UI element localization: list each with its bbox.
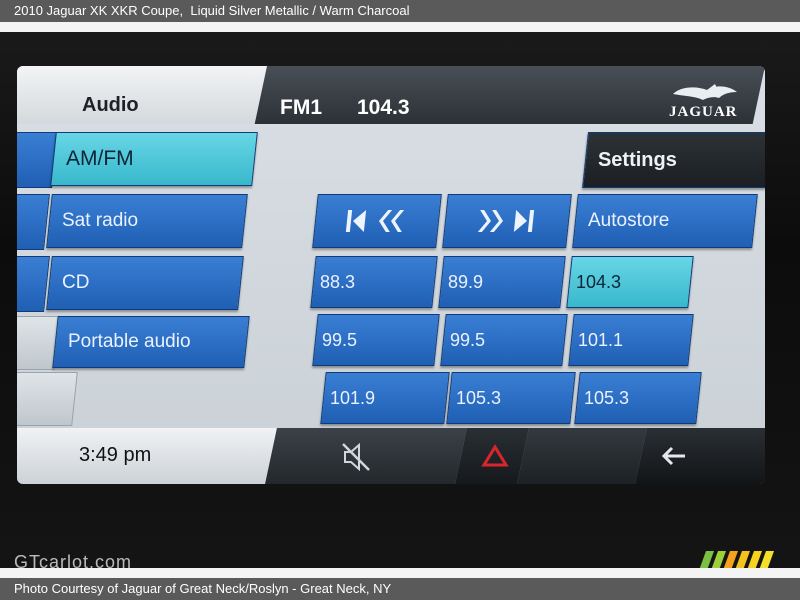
preset-button-active[interactable]: 104.3	[566, 256, 694, 308]
current-frequency: 104.3	[357, 96, 410, 119]
preset-button[interactable]: 99.5	[440, 314, 568, 366]
preset-button[interactable]: 99.5	[312, 314, 440, 366]
clock-time: 3:49 pm	[79, 444, 152, 466]
blank-footer-button[interactable]	[517, 428, 649, 484]
caption-color-spec: Liquid Silver Metallic / Warm Charcoal	[183, 3, 410, 18]
edge-tile	[17, 256, 50, 312]
back-button[interactable]	[635, 428, 765, 484]
preset-button[interactable]: 89.9	[438, 256, 566, 308]
caption-title: 2010 Jaguar XK XKR Coupe,	[14, 3, 184, 18]
header-left-panel	[17, 66, 279, 124]
seek-back-button[interactable]	[312, 194, 442, 248]
footer-bar: 3:49 pm	[17, 428, 765, 484]
source-portable-audio-button[interactable]: Portable audio	[52, 316, 250, 368]
hazard-icon	[481, 444, 509, 467]
brand-logo-text: JAGUAR	[669, 104, 738, 120]
preset-button[interactable]: 101.9	[320, 372, 450, 424]
autostore-button[interactable]: Autostore	[572, 194, 758, 248]
settings-button[interactable]: Settings	[582, 132, 765, 188]
source-am-fm-button[interactable]: AM/FM	[50, 132, 258, 186]
bottom-frame	[0, 568, 800, 578]
edge-tile	[17, 194, 50, 250]
caption-bar: 2010 Jaguar XK XKR Coupe, Liquid Silver …	[0, 0, 800, 22]
seek-forward-icon	[477, 210, 535, 232]
back-arrow-icon	[661, 446, 685, 466]
credit-bar: Photo Courtesy of Jaguar of Great Neck/R…	[0, 578, 800, 600]
source-cd-button[interactable]: CD	[46, 256, 244, 310]
source-sat-radio-button[interactable]: Sat radio	[46, 194, 248, 248]
preset-button[interactable]: 88.3	[310, 256, 438, 308]
preset-button[interactable]: 101.1	[568, 314, 694, 366]
top-frame	[0, 22, 800, 32]
band-label: FM1	[280, 96, 322, 119]
edge-tile	[17, 372, 78, 426]
infotainment-screen: Audio FM1 104.3 JAGUAR AM/FM Sat radio C…	[17, 66, 765, 484]
seek-forward-button[interactable]	[442, 194, 572, 248]
section-title[interactable]: Audio	[82, 94, 139, 117]
mute-icon	[342, 442, 370, 472]
preset-button[interactable]: 105.3	[574, 372, 702, 424]
preset-button[interactable]: 105.3	[446, 372, 576, 424]
seek-back-icon	[345, 210, 405, 232]
photo-credit: Photo Courtesy of Jaguar of Great Neck/R…	[14, 581, 392, 596]
